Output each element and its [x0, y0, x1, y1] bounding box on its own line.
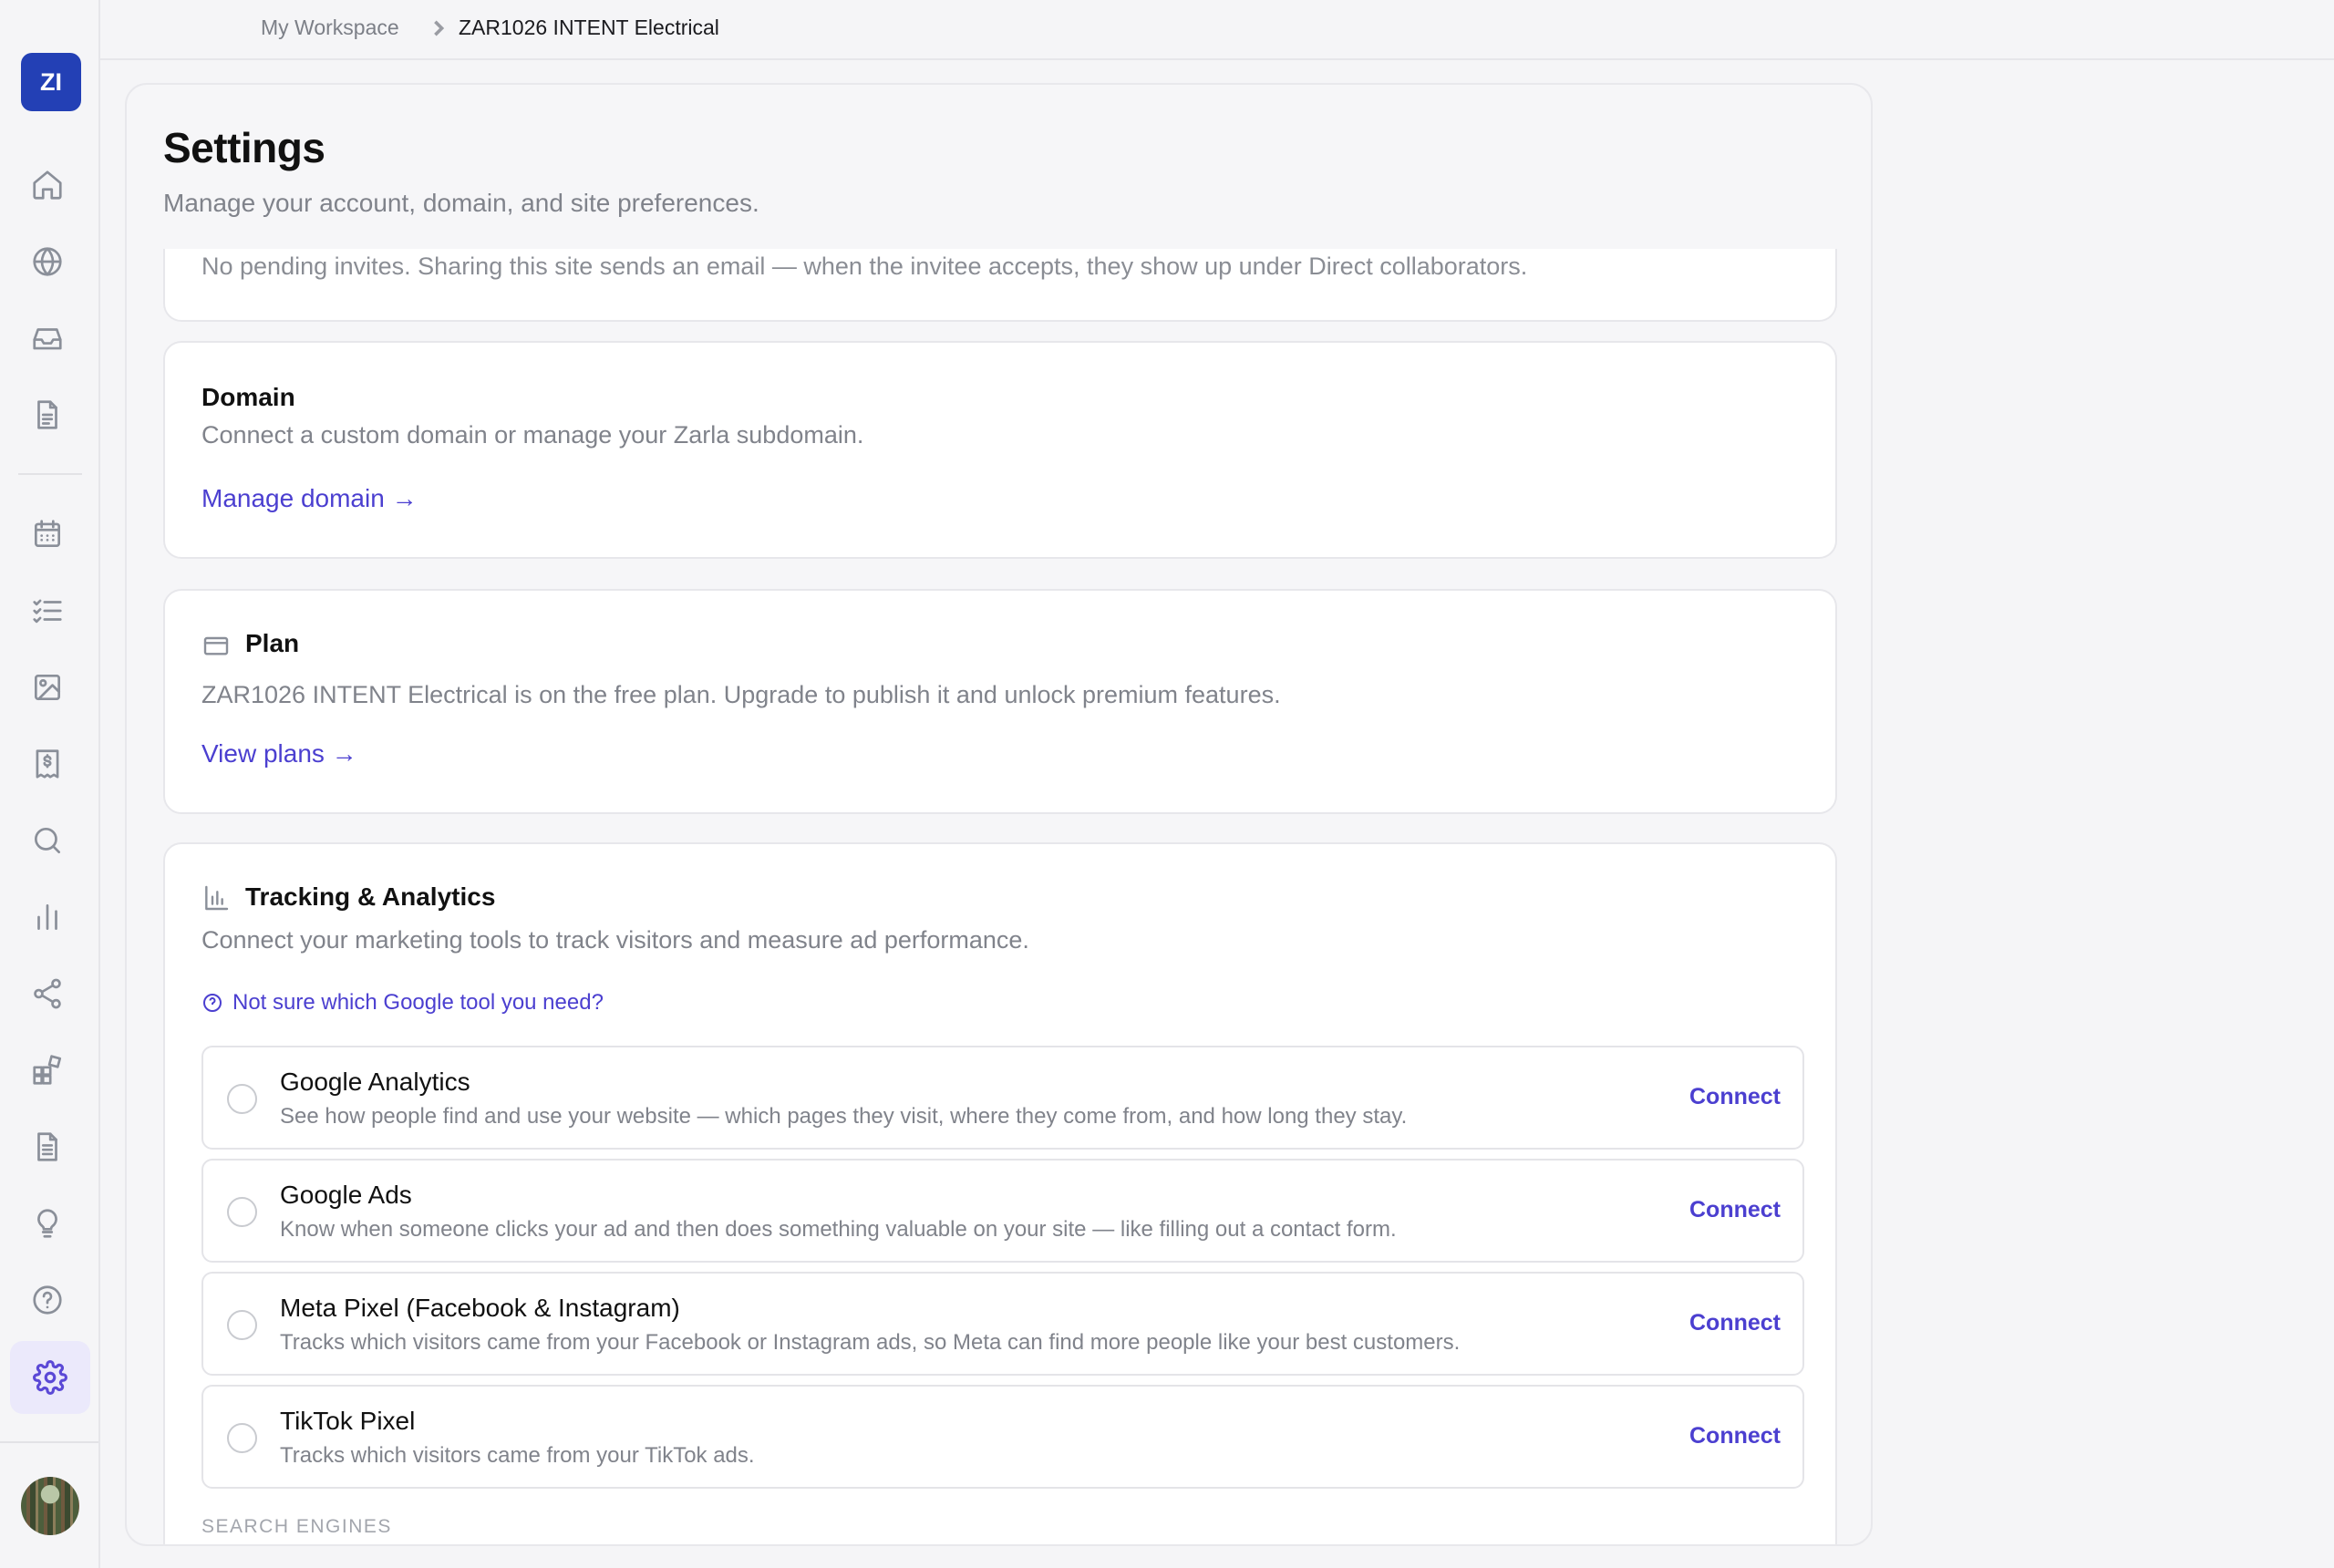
radio-google-analytics[interactable] [227, 1084, 257, 1114]
avatar[interactable] [21, 1477, 79, 1535]
tool-description: Know when someone clicks your ad and the… [280, 1217, 1397, 1242]
lightbulb-icon[interactable] [20, 1196, 75, 1251]
google-tool-help-link[interactable]: Not sure which Google tool you need? [201, 990, 604, 1016]
tool-name: Google Analytics [280, 1068, 470, 1096]
globe-icon[interactable] [20, 234, 75, 289]
analytics-chart-icon [201, 883, 231, 913]
calendar-icon[interactable] [20, 507, 75, 562]
plan-description: ZAR1026 INTENT Electrical is on the free… [201, 681, 1281, 708]
invites-card: No pending invites. Sharing this site se… [163, 249, 1837, 322]
domain-description: Connect a custom domain or manage your Z… [201, 421, 864, 449]
radio-google-ads[interactable] [227, 1197, 257, 1227]
help-link-label: Not sure which Google tool you need? [232, 990, 604, 1015]
connect-google-analytics-button[interactable]: Connect [1689, 1084, 1781, 1110]
domain-title: Domain [201, 383, 295, 411]
chevron-right-icon [430, 18, 447, 43]
page-subtitle: Manage your account, domain, and site pr… [163, 189, 759, 217]
settings-panel: Settings Manage your account, domain, an… [125, 83, 1873, 1546]
tool-row-google-analytics[interactable]: Google Analytics See how people find and… [201, 1046, 1804, 1150]
search-icon[interactable] [20, 813, 75, 868]
tracking-title: Tracking & Analytics [245, 882, 496, 911]
bar-chart-icon[interactable] [20, 890, 75, 944]
plan-card: Plan ZAR1026 INTENT Electrical is on the… [163, 589, 1837, 814]
page-title: Settings [163, 124, 325, 171]
document-icon[interactable] [20, 387, 75, 442]
inbox-icon[interactable] [20, 311, 75, 366]
share-icon[interactable] [20, 966, 75, 1021]
sidebar-divider [18, 473, 82, 475]
sidebar: ZI [0, 0, 100, 1568]
connect-tiktok-pixel-button[interactable]: Connect [1689, 1423, 1781, 1449]
sidebar-divider [0, 1441, 98, 1443]
tool-row-tiktok-pixel[interactable]: TikTok Pixel Tracks which visitors came … [201, 1385, 1804, 1489]
tool-name: Google Ads [280, 1181, 412, 1209]
workspace-logo[interactable]: ZI [21, 53, 81, 111]
invoice-icon[interactable] [20, 737, 75, 791]
radio-meta-pixel[interactable] [227, 1310, 257, 1340]
tool-description: Tracks which visitors came from your Tik… [280, 1443, 755, 1468]
tool-description: See how people find and use your website… [280, 1104, 1408, 1129]
tracking-analytics-card: Tracking & Analytics Connect your market… [163, 842, 1837, 1544]
breadcrumb: My Workspace ZAR1026 INTENT Electrical [100, 0, 2334, 60]
help-icon[interactable] [20, 1273, 75, 1327]
image-icon[interactable] [20, 660, 75, 715]
manage-domain-link[interactable]: Manage domain → [201, 484, 418, 513]
invites-empty-text: No pending invites. Sharing this site se… [201, 253, 1528, 280]
connect-google-ads-button[interactable]: Connect [1689, 1197, 1781, 1223]
breadcrumb-workspace[interactable]: My Workspace [261, 15, 399, 40]
apps-icon[interactable] [20, 1043, 75, 1098]
tracking-description: Connect your marketing tools to track vi… [201, 926, 1029, 954]
credit-card-icon [201, 631, 231, 660]
tool-row-google-ads[interactable]: Google Ads Know when someone clicks your… [201, 1159, 1804, 1263]
tool-name: Meta Pixel (Facebook & Instagram) [280, 1294, 680, 1322]
tool-name: TikTok Pixel [280, 1407, 416, 1435]
plan-title: Plan [245, 629, 300, 657]
view-plans-link[interactable]: View plans → [201, 739, 357, 769]
breadcrumb-site: ZAR1026 INTENT Electrical [459, 15, 719, 39]
gear-icon[interactable] [10, 1341, 90, 1414]
question-circle-icon [203, 994, 222, 1012]
home-icon[interactable] [20, 158, 75, 212]
tool-description: Tracks which visitors came from your Fac… [280, 1330, 1461, 1355]
connect-meta-pixel-button[interactable]: Connect [1689, 1310, 1781, 1336]
settings-scroll-area[interactable]: No pending invites. Sharing this site se… [127, 249, 1871, 1544]
domain-card: Domain Connect a custom domain or manage… [163, 341, 1837, 559]
checklist-icon[interactable] [20, 583, 75, 638]
file-text-icon[interactable] [20, 1119, 75, 1174]
tool-row-meta-pixel[interactable]: Meta Pixel (Facebook & Instagram) Tracks… [201, 1272, 1804, 1376]
radio-tiktok-pixel[interactable] [227, 1423, 257, 1453]
search-engines-section-label: SEARCH ENGINES [201, 1516, 392, 1537]
